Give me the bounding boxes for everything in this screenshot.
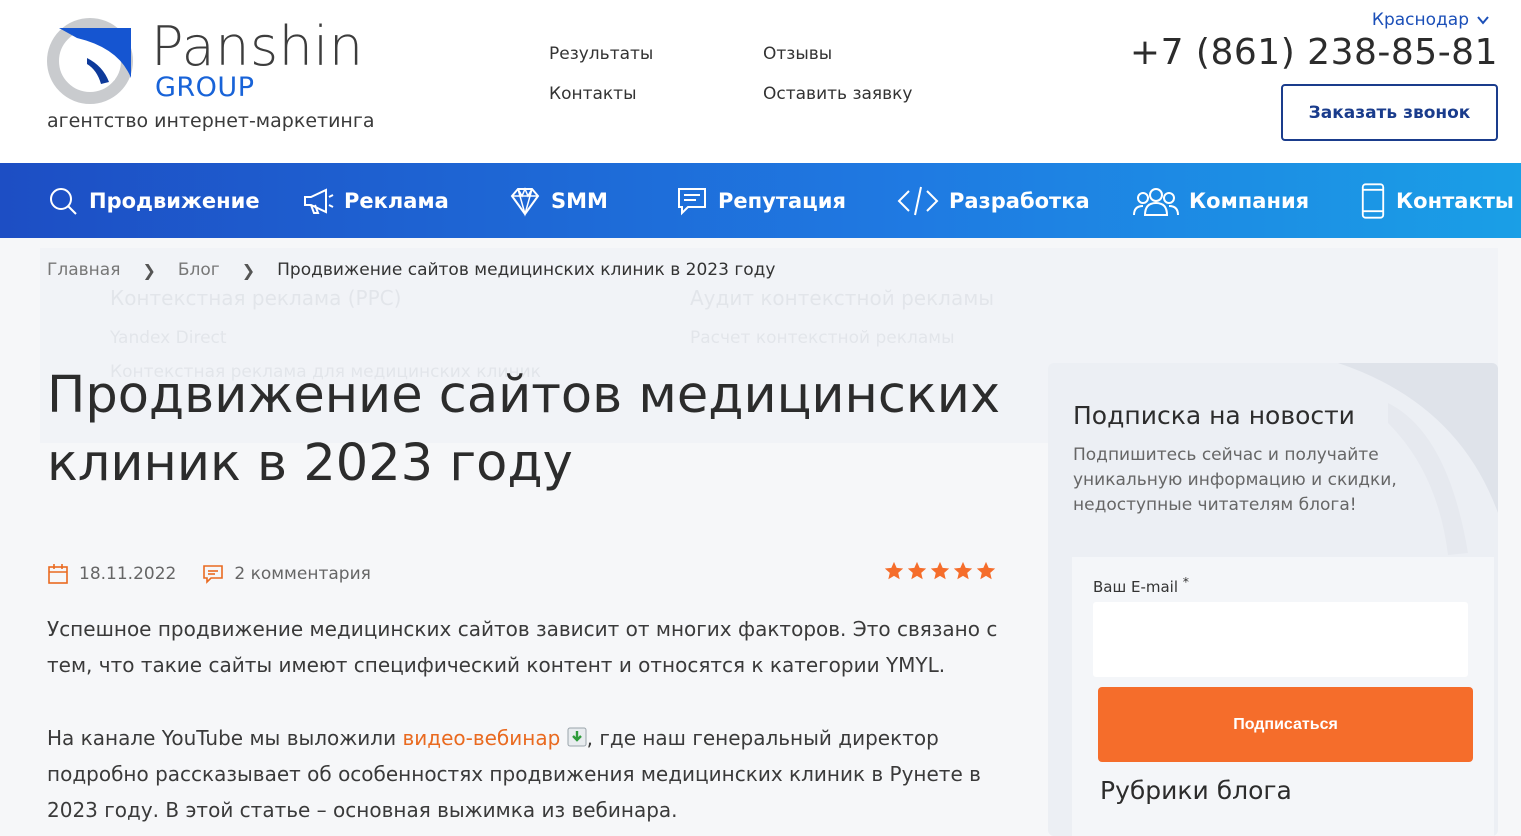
city-selector[interactable]: Краснодар <box>1372 10 1491 30</box>
article-comments[interactable]: 2 комментария <box>202 563 371 585</box>
webinar-link[interactable]: видео-вебинар <box>402 726 560 750</box>
subscribe-button[interactable]: Подписаться <box>1098 687 1473 762</box>
phone-icon <box>1361 182 1385 219</box>
breadcrumb-blog[interactable]: Блог <box>178 260 220 280</box>
nav-item-label: Компания <box>1189 188 1310 213</box>
star-icon[interactable] <box>906 560 928 582</box>
nav-item-label: Контакты <box>1396 188 1514 213</box>
email-field[interactable] <box>1093 602 1468 677</box>
breadcrumb-home[interactable]: Главная <box>47 260 120 280</box>
ghost-menu-item: Yandex Direct <box>110 328 227 348</box>
breadcrumb: Главная ❯ Блог ❯ Продвижение сайтов меди… <box>47 260 775 280</box>
top-nav-leave-request[interactable]: Оставить заявку <box>763 84 912 104</box>
nav-item-contacts[interactable]: Контакты <box>1360 163 1514 238</box>
logo-tagline: агентство интернет-маркетинга <box>47 110 375 132</box>
nav-item-reputation[interactable]: Репутация <box>676 163 846 238</box>
logo-name: Panshin <box>151 15 364 78</box>
email-label: Ваш E-mail * <box>1093 574 1189 596</box>
comment-icon <box>203 565 224 584</box>
top-nav: Результаты Отзывы Контакты Оставить заяв… <box>549 44 969 114</box>
search-icon <box>50 187 77 215</box>
required-mark: * <box>1182 574 1190 589</box>
top-nav-contacts[interactable]: Контакты <box>549 84 637 104</box>
ghost-menu-item: Расчет контекстной рекламы <box>690 328 955 348</box>
top-nav-results[interactable]: Результаты <box>549 44 653 64</box>
top-nav-reviews[interactable]: Отзывы <box>763 44 832 64</box>
paragraph-text: На канале YouTube мы выложили <box>47 726 403 750</box>
article-meta: 18.11.2022 2 комментария <box>47 560 997 588</box>
nav-item-promotion[interactable]: Продвижение <box>47 163 260 238</box>
logo-mark-icon <box>47 18 133 104</box>
chevron-right-icon: ❯ <box>241 260 256 280</box>
nav-item-development[interactable]: Разработка <box>897 163 1090 238</box>
breadcrumb-current: Продвижение сайтов медицинских клиник в … <box>277 260 776 280</box>
chevron-down-icon <box>1477 16 1489 25</box>
ghost-menu-title: Аудит контекстной рекламы <box>690 286 995 310</box>
star-icon[interactable] <box>929 560 951 582</box>
article-paragraph: Успешное продвижение медицинских сайтов … <box>47 617 998 677</box>
phone-number[interactable]: +7 (861) 238-85-81 <box>1130 32 1498 73</box>
date-text: 18.11.2022 <box>79 564 177 584</box>
email-label-text: Ваш E-mail <box>1093 578 1179 596</box>
blog-rubrics-title: Рубрики блога <box>1100 776 1292 805</box>
article-date: 18.11.2022 <box>47 563 176 585</box>
people-icon <box>1133 187 1179 216</box>
city-label: Краснодар <box>1371 10 1469 30</box>
nav-item-smm[interactable]: SMM <box>509 163 608 238</box>
code-icon <box>897 186 939 215</box>
rating-stars[interactable] <box>883 560 997 582</box>
main-nav: Продвижение Реклама SMM Репутация Разраб… <box>0 163 1521 238</box>
ghost-menu-title: Контекстная реклама (PPC) <box>110 286 402 310</box>
diamond-icon <box>510 186 540 217</box>
site-header: Panshin GROUP агентство интернет-маркети… <box>0 0 1521 163</box>
nav-item-label: Продвижение <box>89 188 260 213</box>
nav-item-label: Разработка <box>949 188 1090 213</box>
comments-text: 2 комментария <box>234 564 371 584</box>
page-title: Продвижение сайтов медицинских клиник в … <box>47 366 1001 493</box>
subscribe-sidebar: Подписка на новости Подпишитесь сейчас и… <box>1048 363 1498 836</box>
download-icon[interactable] <box>567 727 587 747</box>
nav-item-advertising[interactable]: Реклама <box>302 163 449 238</box>
chevron-right-icon: ❯ <box>142 260 156 280</box>
message-icon <box>678 187 706 215</box>
star-icon[interactable] <box>952 560 974 582</box>
megaphone-icon <box>304 187 334 214</box>
star-icon[interactable] <box>975 560 997 582</box>
logo-group: GROUP <box>155 72 255 103</box>
nav-item-company[interactable]: Компания <box>1133 163 1309 238</box>
star-icon[interactable] <box>883 560 905 582</box>
nav-item-label: Репутация <box>718 188 846 213</box>
order-call-button[interactable]: Заказать звонок <box>1281 84 1498 141</box>
logo[interactable]: Panshin GROUP агентство интернет-маркети… <box>47 18 387 138</box>
nav-item-label: SMM <box>551 188 608 213</box>
subscribe-title: Подписка на новости <box>1073 401 1355 430</box>
nav-item-label: Реклама <box>344 188 449 213</box>
subscribe-description: Подпишитесь сейчас и получайте уникальну… <box>1073 445 1397 515</box>
article-paragraph: На канале YouTube мы выложили видео-веби… <box>47 720 1007 828</box>
calendar-icon <box>48 564 68 584</box>
